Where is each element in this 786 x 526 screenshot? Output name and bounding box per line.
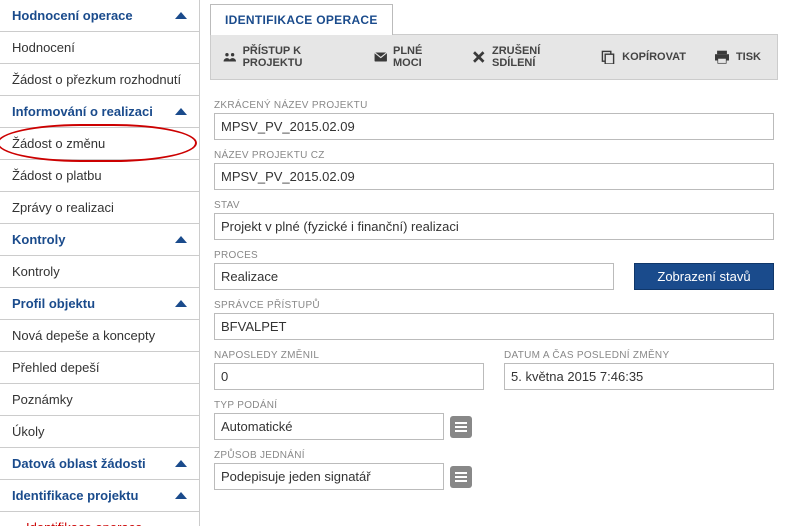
sidebar: Hodnocení operace Hodnocení Žádost o pře… — [0, 0, 200, 526]
sidebar-item-ukoly[interactable]: Úkoly — [0, 416, 199, 448]
field-label: NÁZEV PROJEKTU CZ — [214, 150, 774, 161]
sidebar-item-zpravy-o-realizaci[interactable]: Zprávy o realizaci — [0, 192, 199, 224]
chevron-up-icon — [175, 12, 187, 19]
field-label: STAV — [214, 200, 774, 211]
field-label: PROCES — [214, 250, 614, 261]
sidebar-item-poznamky[interactable]: Poznámky — [0, 384, 199, 416]
last-changed-at-input[interactable] — [504, 363, 774, 390]
sidebar-item-zadost-o-platbu[interactable]: Žádost o platbu — [0, 160, 199, 192]
sidebar-item-nova-depese[interactable]: Nová depeše a koncepty — [0, 320, 199, 352]
sidebar-item-prehled-depesi[interactable]: Přehled depeší — [0, 352, 199, 384]
sidebar-section-hodnoceni-operace[interactable]: Hodnocení operace — [0, 0, 199, 32]
chevron-up-icon — [175, 108, 187, 115]
field-label: DATUM A ČAS POSLEDNÍ ZMĚNY — [504, 350, 774, 361]
sidebar-section-label: Kontroly — [12, 232, 65, 247]
close-icon — [472, 50, 486, 64]
toolbar-label: KOPÍROVAT — [622, 51, 686, 63]
name-cz-input[interactable] — [214, 163, 774, 190]
main-content: IDENTIFIKACE OPERACE PŘÍSTUP K PROJEKTU … — [200, 0, 786, 526]
list-icon — [455, 471, 467, 483]
toolbar-cancel-share[interactable]: ZRUŠENÍ SDÍLENÍ — [460, 35, 588, 79]
toolbar-label: PLNÉ MOCI — [393, 45, 445, 69]
copy-icon — [600, 50, 616, 64]
sidebar-section-profil-objektu[interactable]: Profil objektu — [0, 288, 199, 320]
chevron-up-icon — [175, 300, 187, 307]
toolbar: PŘÍSTUP K PROJEKTU PLNÉ MOCI ZRUŠENÍ SDÍ… — [210, 34, 778, 80]
act-mode-list-button[interactable] — [450, 466, 472, 488]
sidebar-item-kontroly[interactable]: Kontroly — [0, 256, 199, 288]
chevron-up-icon — [175, 492, 187, 499]
sidebar-section-datova-oblast[interactable]: Datová oblast žádosti — [0, 448, 199, 480]
toolbar-label: PŘÍSTUP K PROJEKTU — [243, 45, 346, 69]
field-label: ZKRÁCENÝ NÁZEV PROJEKTU — [214, 100, 774, 111]
state-input[interactable] — [214, 213, 774, 240]
sidebar-section-label: Identifikace projektu — [12, 488, 138, 503]
toolbar-poa[interactable]: PLNÉ MOCI — [362, 35, 461, 79]
sidebar-section-label: Profil objektu — [12, 296, 95, 311]
field-label: TYP PODÁNÍ — [214, 400, 774, 411]
sidebar-section-identifikace-projektu[interactable]: Identifikace projektu — [0, 480, 199, 512]
field-label: ZPŮSOB JEDNÁNÍ — [214, 450, 774, 461]
chevron-up-icon — [175, 460, 187, 467]
submit-type-list-button[interactable] — [450, 416, 472, 438]
people-icon — [223, 50, 237, 64]
toolbar-print[interactable]: TISK — [702, 40, 777, 74]
sidebar-item-hodnoceni[interactable]: Hodnocení — [0, 32, 199, 64]
tab-identifikace-operace[interactable]: IDENTIFIKACE OPERACE — [210, 4, 393, 35]
field-label: SPRÁVCE PŘÍSTUPŮ — [214, 300, 774, 311]
sidebar-item-zadost-o-zmenu[interactable]: Žádost o změnu — [0, 128, 199, 160]
chevron-up-icon — [175, 236, 187, 243]
act-mode-input[interactable] — [214, 463, 444, 490]
sidebar-section-informovani[interactable]: Informování o realizaci — [0, 96, 199, 128]
print-icon — [714, 50, 730, 64]
toolbar-label: TISK — [736, 51, 761, 63]
sidebar-section-label: Hodnocení operace — [12, 8, 133, 23]
sidebar-item-zadost-prezkum[interactable]: Žádost o přezkum rozhodnutí — [0, 64, 199, 96]
process-input[interactable] — [214, 263, 614, 290]
sidebar-item-identifikace-operace[interactable]: Identifikace operace — [0, 512, 199, 526]
toolbar-label: ZRUŠENÍ SDÍLENÍ — [492, 45, 572, 69]
sidebar-section-label: Informování o realizaci — [12, 104, 153, 119]
list-icon — [455, 421, 467, 433]
sidebar-section-kontroly[interactable]: Kontroly — [0, 224, 199, 256]
field-label: NAPOSLEDY ZMĚNIL — [214, 350, 484, 361]
admin-input[interactable] — [214, 313, 774, 340]
sidebar-section-label: Datová oblast žádosti — [12, 456, 146, 471]
show-states-button[interactable]: Zobrazení stavů — [634, 263, 774, 290]
short-name-input[interactable] — [214, 113, 774, 140]
toolbar-access[interactable]: PŘÍSTUP K PROJEKTU — [211, 35, 362, 79]
envelope-icon — [374, 50, 387, 64]
toolbar-copy[interactable]: KOPÍROVAT — [588, 40, 702, 74]
submit-type-input[interactable] — [214, 413, 444, 440]
last-changed-by-input[interactable] — [214, 363, 484, 390]
